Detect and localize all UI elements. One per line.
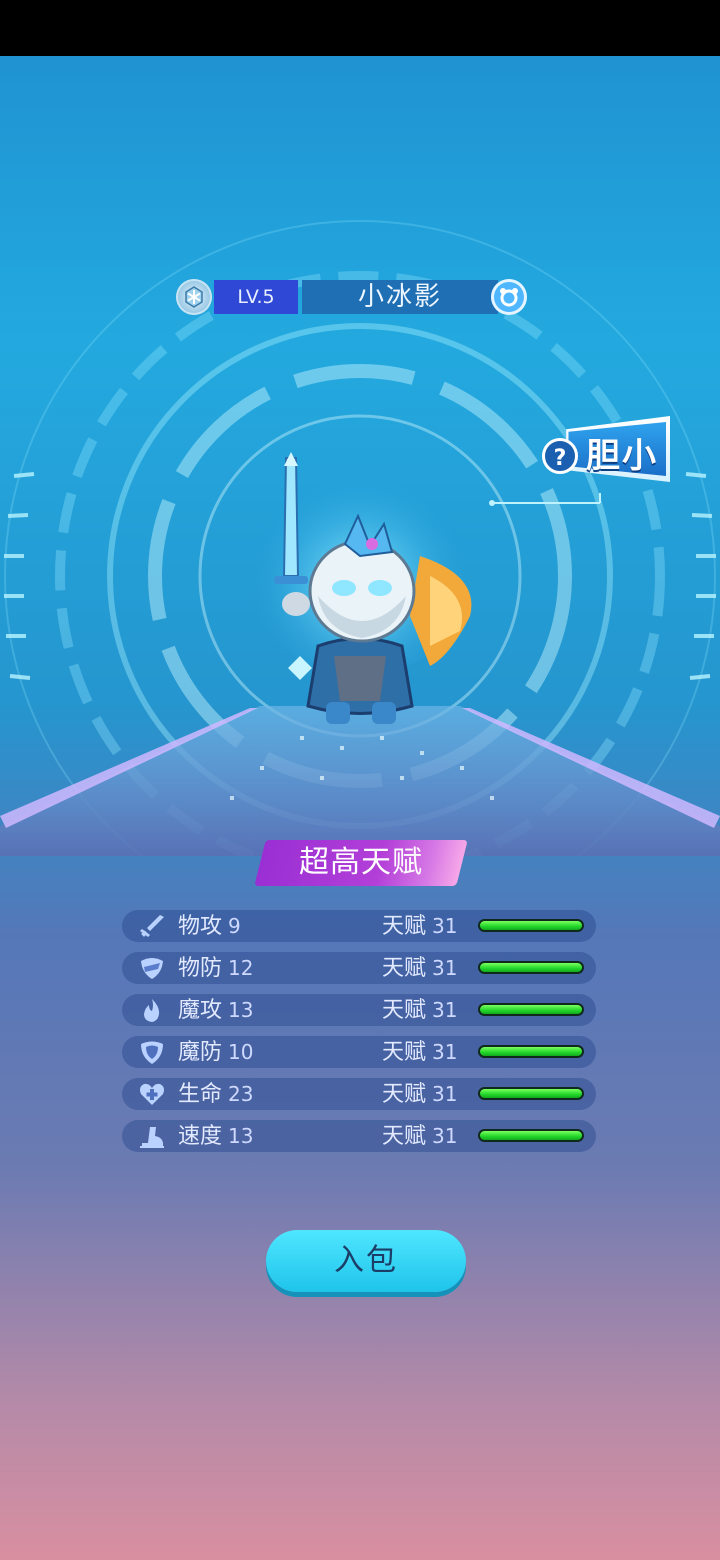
- monster-name: 小冰影: [302, 280, 498, 314]
- stat-name: 魔攻: [178, 998, 223, 1023]
- talent-value: 31: [432, 1040, 458, 1064]
- help-icon[interactable]: ?: [542, 438, 578, 474]
- talent-label: 天赋: [382, 1124, 427, 1149]
- personality-trait-tag[interactable]: ? 胆小: [542, 416, 670, 482]
- talent-label: 天赋: [382, 1082, 427, 1107]
- shield-icon: [141, 958, 163, 979]
- stat-row-magic-attack: 魔攻 13 天赋 31: [122, 994, 596, 1026]
- talent-value: 31: [432, 956, 458, 980]
- stat-name: 物防: [178, 956, 223, 981]
- talent-bar-fill: [480, 963, 582, 972]
- stat-row-physical-defense: 物防 12 天赋 31: [122, 952, 596, 984]
- stat-row-physical-attack: 物攻 9 天赋 31: [122, 910, 596, 942]
- flame-icon: [144, 999, 160, 1022]
- talent-bar-fill: [480, 1047, 582, 1056]
- stat-row-speed: 速度 13 天赋 31: [122, 1120, 596, 1152]
- stat-name: 生命: [178, 1082, 223, 1107]
- stat-value: 13: [228, 998, 254, 1022]
- talent-bar: [478, 961, 584, 974]
- level-label: LV.5: [214, 280, 298, 314]
- talent-value: 31: [432, 998, 458, 1022]
- talent-label: 天赋: [382, 998, 427, 1023]
- talent-value: 31: [432, 1082, 458, 1106]
- status-bar: [0, 0, 720, 56]
- sword-icon: [140, 915, 164, 937]
- magic-shield-icon: [141, 1041, 163, 1064]
- talent-value: 31: [432, 1124, 458, 1148]
- heart-plus-icon: [140, 1083, 164, 1105]
- talent-bar-fill: [480, 921, 582, 930]
- talent-bar-fill: [480, 1131, 582, 1140]
- stat-value: 9: [228, 914, 241, 938]
- stat-value: 23: [228, 1082, 254, 1106]
- trait-label: 胆小: [586, 436, 658, 476]
- talent-bar: [478, 1045, 584, 1058]
- stat-value: 13: [228, 1124, 254, 1148]
- monster-name-bar: LV.5 小冰影: [176, 278, 528, 316]
- stat-value: 10: [228, 1040, 254, 1064]
- talent-bar: [478, 1129, 584, 1142]
- add-to-bag-button[interactable]: 入包: [266, 1230, 466, 1292]
- talent-bar: [478, 1003, 584, 1016]
- talent-label: 天赋: [382, 956, 427, 981]
- talent-bar-fill: [480, 1005, 582, 1014]
- talent-bar: [478, 919, 584, 932]
- talent-bar: [478, 1087, 584, 1100]
- ice-element-icon: [176, 279, 212, 315]
- talent-label: 天赋: [382, 914, 427, 939]
- talent-bar-fill: [480, 1089, 582, 1098]
- stat-name: 速度: [178, 1124, 223, 1149]
- stat-name: 魔防: [178, 1040, 223, 1065]
- stat-value: 12: [228, 956, 254, 980]
- stat-row-health: 生命 23 天赋 31: [122, 1078, 596, 1110]
- stat-row-magic-defense: 魔防 10 天赋 31: [122, 1036, 596, 1068]
- talent-label: 天赋: [382, 1040, 427, 1065]
- talent-banner: 超高天赋: [299, 845, 423, 880]
- boot-icon: [140, 1127, 164, 1148]
- talent-value: 31: [432, 914, 458, 938]
- gender-icon: [491, 279, 527, 315]
- stat-name: 物攻: [178, 914, 223, 939]
